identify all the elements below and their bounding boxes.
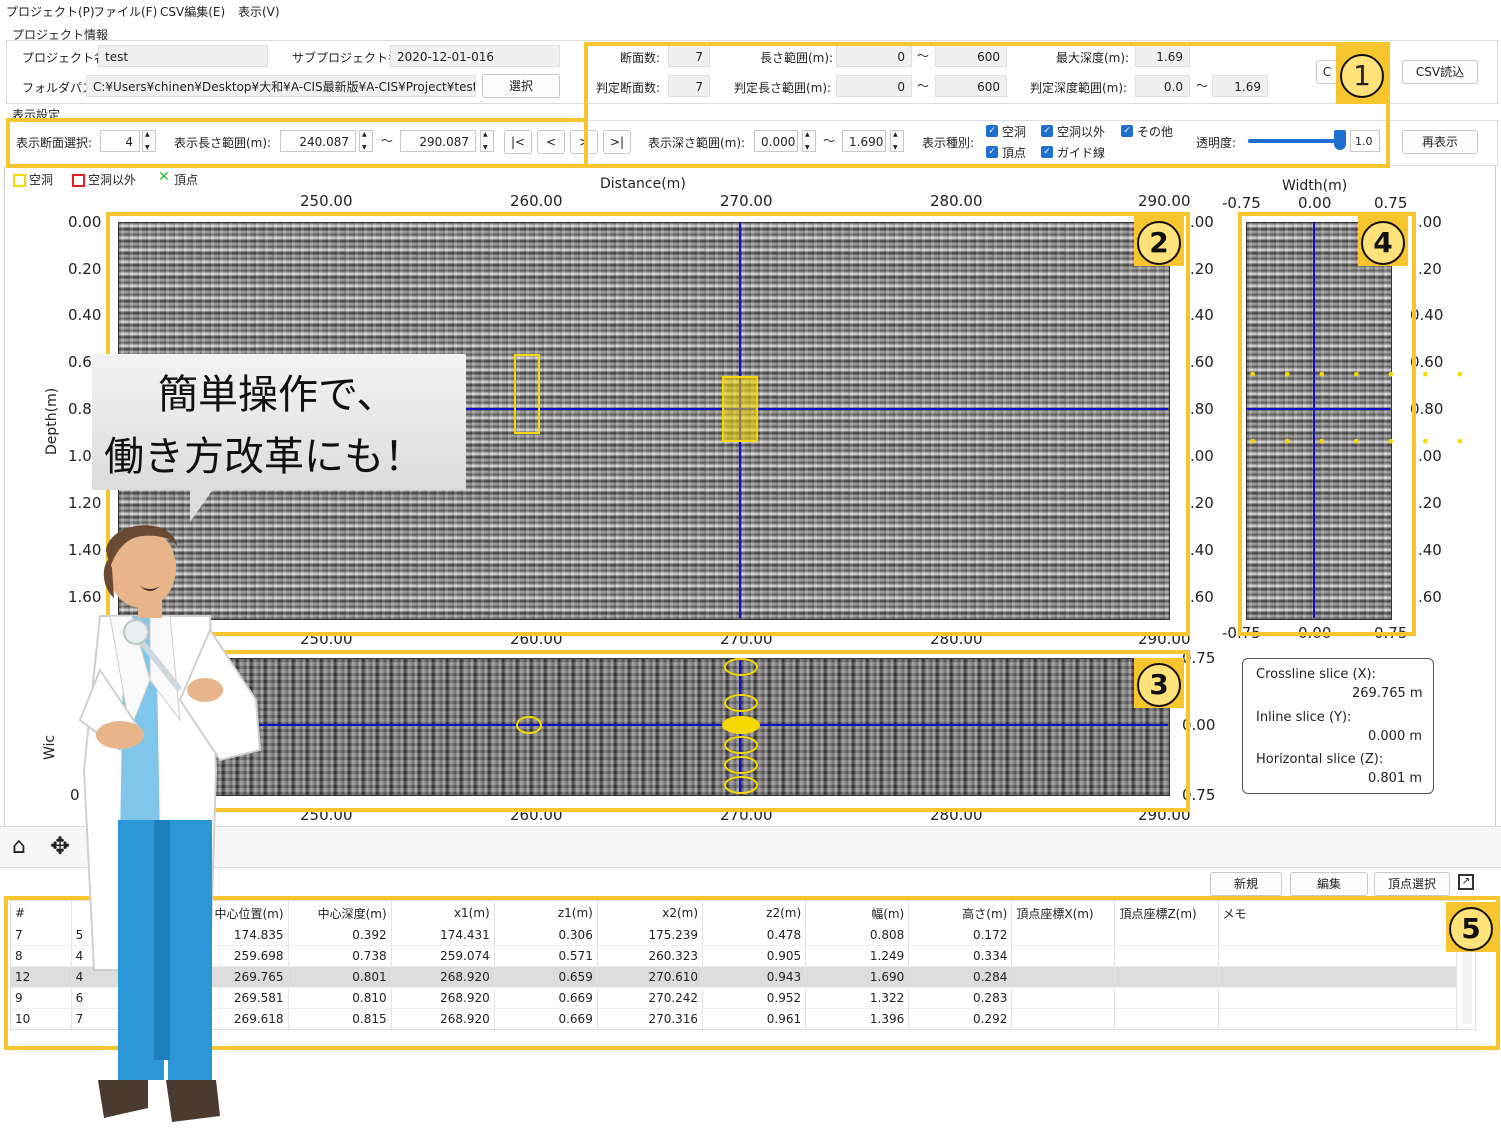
scientist-illustration xyxy=(78,525,262,1122)
y-tick: 1.20 xyxy=(68,494,102,512)
select-folder-button[interactable]: 選択 xyxy=(482,74,560,98)
menu-view[interactable]: 表示(V) xyxy=(238,3,280,20)
y-tick-right: .00 xyxy=(1190,447,1214,465)
width-tick: 0.75 xyxy=(1374,194,1408,212)
callout-tail xyxy=(190,488,214,522)
side-y-tick: .40 xyxy=(1418,541,1442,559)
badge-1: 1 xyxy=(1340,54,1384,98)
new-button[interactable]: 新規 xyxy=(1210,872,1282,896)
badge-5: 5 xyxy=(1446,902,1496,952)
home-icon[interactable]: ⌂ xyxy=(12,834,26,859)
y-tick-right: .60 xyxy=(1190,588,1214,606)
annotation-frame-1-top xyxy=(584,42,1390,168)
badge-2-number: 2 xyxy=(1137,221,1181,265)
inline-value: 0.000 m xyxy=(1368,729,1423,744)
folder-path-field[interactable]: C:¥Users¥chinen¥Desktop¥大和¥A-CIS最新版¥A-CI… xyxy=(86,75,476,97)
depth-axis-label: Depth(m) xyxy=(44,387,60,455)
y-tick-right: .40 xyxy=(1190,541,1214,559)
width-axis-label: Width(m) xyxy=(1282,178,1348,194)
callout-line-1: 簡単操作で、 xyxy=(158,372,397,418)
y-tick: 0.40 xyxy=(68,306,102,324)
y-tick-right: .80 xyxy=(1190,400,1214,418)
side-y-tick: .00 xyxy=(1418,447,1442,465)
annotation-frame-1 xyxy=(6,118,588,168)
width-axis-label-plan: Wic xyxy=(42,734,58,760)
edit-button[interactable]: 編集 xyxy=(1290,872,1368,896)
x-tick: 250.00 xyxy=(300,192,353,210)
x-tick: 270.00 xyxy=(720,192,773,210)
crossline-value: 269.765 m xyxy=(1352,686,1423,701)
menu-file[interactable]: ファイル(F) xyxy=(93,3,157,20)
x-tick: 260.00 xyxy=(510,192,563,210)
menu-project[interactable]: プロジェクト(P) xyxy=(6,3,95,20)
horizontal-value: 0.801 m xyxy=(1368,771,1423,786)
badge-3: 3 xyxy=(1134,658,1184,708)
subproject-label: サブプロジェクト名: xyxy=(292,51,405,65)
width-tick: 0.00 xyxy=(1298,194,1332,212)
horizontal-label: Horizontal slice (Z): xyxy=(1256,752,1384,767)
menu-csv-edit[interactable]: CSV編集(E) xyxy=(160,3,225,20)
vertex-select-button[interactable]: 頂点選択 xyxy=(1374,872,1450,896)
y-tick-right: .00 xyxy=(1190,213,1214,231)
popout-icon[interactable]: ↗ xyxy=(1458,874,1474,890)
project-name-field[interactable]: test xyxy=(98,45,268,67)
annotation-frame-3 xyxy=(206,650,1190,812)
badge-5-number: 5 xyxy=(1449,907,1493,951)
crossline-label: Crossline slice (X): xyxy=(1256,667,1376,682)
side-y-tick: .20 xyxy=(1418,260,1442,278)
x-tick: 290.00 xyxy=(1138,192,1191,210)
x-tick: 280.00 xyxy=(930,192,983,210)
badge-4-number: 4 xyxy=(1361,221,1405,265)
y-tick: 0.20 xyxy=(68,260,102,278)
width-tick: -0.75 xyxy=(1222,194,1261,212)
callout-line-2: 働き方改革にも！ xyxy=(104,434,424,480)
side-y-tick: .60 xyxy=(1418,588,1442,606)
badge-4: 4 xyxy=(1358,216,1408,266)
side-y-tick: .00 xyxy=(1418,213,1442,231)
y-tick-right: .60 xyxy=(1190,353,1214,371)
csv-read-button[interactable]: CSV読込 xyxy=(1402,60,1478,84)
distance-axis-label: Distance(m) xyxy=(600,176,686,192)
menu-bar: プロジェクト(P) ファイル(F) CSV編集(E) 表示(V) xyxy=(0,0,1501,20)
y-tick: 0.00 xyxy=(68,213,102,231)
y-tick-right: .20 xyxy=(1190,260,1214,278)
side-y-tick: .20 xyxy=(1418,494,1442,512)
project-name-label: プロジェクト名: xyxy=(22,51,111,65)
redraw-button[interactable]: 再表示 xyxy=(1402,130,1478,154)
badge-3-number: 3 xyxy=(1137,663,1181,707)
inline-label: Inline slice (Y): xyxy=(1256,710,1352,725)
y-tick-right: .20 xyxy=(1190,494,1214,512)
annotation-frame-4 xyxy=(1238,212,1416,636)
y-tick-right: .40 xyxy=(1190,306,1214,324)
subproject-field[interactable]: 2020-12-01-016 xyxy=(390,45,560,67)
badge-2: 2 xyxy=(1134,216,1184,266)
